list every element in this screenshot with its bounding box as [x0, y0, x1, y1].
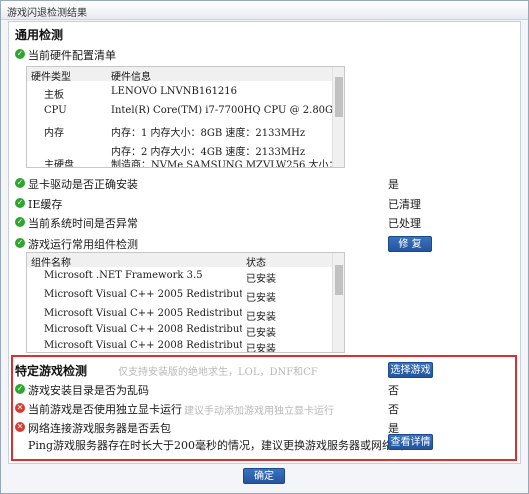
- check-icon: ✓: [15, 217, 25, 227]
- ok-button[interactable]: 确定: [243, 468, 285, 484]
- error-icon: ✕: [15, 422, 25, 432]
- components-table-header: [27, 253, 344, 267]
- hardware-table-header: [27, 67, 344, 81]
- check-icon: ✓: [15, 49, 25, 59]
- scroll-thumb[interactable]: [335, 265, 343, 295]
- components-label: 游戏运行常用组件检测: [28, 238, 138, 251]
- window-title: 游戏闪退检测结果: [7, 8, 87, 19]
- table-row: 制造商：NVMe SAMSUNG MZVLW256 大小：238GB: [111, 160, 345, 168]
- hardware-col-type: 硬件类型: [31, 72, 71, 83]
- hardware-table[interactable]: 硬件类型 硬件信息 主板 LENOVO LNVNB161216 CPU Inte…: [26, 66, 345, 168]
- check-value: 已处理: [388, 217, 421, 230]
- table-row: 内存：1 内存大小：8GB 速度：2133MHz: [111, 128, 306, 139]
- check-row: ✓ 显卡驱动是否正确安装: [15, 176, 515, 191]
- table-row: 主板: [44, 90, 64, 101]
- check-icon: ✓: [15, 238, 25, 248]
- dialog-window: 游戏闪退检测结果 通用检测 ✓ 当前硬件配置清单 硬件类型 硬件信息 主板 LE…: [0, 0, 529, 494]
- table-row: 内存: [44, 128, 64, 139]
- table-row: Microsoft Visual C++ 2005 Redistributabl: [44, 289, 242, 300]
- table-row: 已安装: [246, 274, 276, 285]
- table-row: Microsoft Visual C++ 2008 Redistributabl: [44, 324, 242, 335]
- hardware-list-label: 当前硬件配置清单: [28, 49, 116, 62]
- components-col-status: 状态: [246, 258, 266, 269]
- table-row: Microsoft Visual C++ 2008 Redistributabl: [44, 340, 242, 351]
- check-icon: ✓: [15, 198, 25, 208]
- specific-section-title: 特定游戏检测: [15, 364, 88, 378]
- gpu-hint: 建议手动添加游戏用独立显卡运行: [184, 406, 334, 417]
- table-row: 已安装: [246, 344, 276, 353]
- table-row: 已安装: [246, 293, 276, 304]
- table-row: 已安装: [246, 312, 276, 323]
- hardware-scrollbar[interactable]: [332, 67, 344, 167]
- check-label: IE缓存: [28, 198, 63, 211]
- table-row: Microsoft Visual C++ 2005 Redistributabl: [44, 308, 242, 319]
- components-scrollbar[interactable]: [332, 253, 344, 352]
- table-row: LENOVO LNVNB161216: [111, 86, 238, 97]
- check-value: 否: [388, 384, 399, 397]
- ping-note: Ping游戏服务器存在时长大于200毫秒的情况，建议更换游戏服务器或网络测试: [28, 439, 416, 452]
- title-bar[interactable]: 游戏闪退检测结果: [1, 1, 528, 20]
- general-section-title: 通用检测: [15, 28, 64, 42]
- select-game-button[interactable]: 选择游戏: [388, 362, 433, 378]
- check-label: 网络连接游戏服务器是否丢包: [28, 422, 171, 435]
- check-label: 当前游戏是否使用独立显卡运行: [28, 403, 182, 416]
- table-row: Microsoft .NET Framework 3.5: [44, 270, 203, 281]
- check-label: 当前系统时间是否异常: [28, 217, 138, 230]
- check-value: 是: [388, 178, 399, 191]
- table-row: 已安装: [246, 328, 276, 339]
- check-label: 显卡驱动是否正确安装: [28, 178, 138, 191]
- check-value: 已清理: [388, 198, 421, 211]
- hardware-col-info: 硬件信息: [111, 72, 151, 83]
- check-label: 游戏安装目录是否为乱码: [28, 384, 149, 397]
- scroll-thumb[interactable]: [335, 77, 343, 117]
- components-col-name: 组件名称: [31, 258, 71, 269]
- table-row: CPU: [44, 105, 67, 116]
- repair-button[interactable]: 修 复: [388, 236, 432, 252]
- error-icon: ✕: [15, 403, 25, 413]
- view-details-button[interactable]: 查看详情: [388, 434, 433, 450]
- check-icon: ✓: [15, 384, 25, 394]
- check-icon: ✓: [15, 178, 25, 188]
- components-table[interactable]: 组件名称 状态 Microsoft .NET Framework 3.5 已安装…: [26, 252, 345, 353]
- check-value: 否: [388, 403, 399, 416]
- table-row: 主硬盘: [44, 160, 74, 168]
- specific-hint: 仅支持安装版的绝地求生，LOL，DNF和CF: [118, 367, 318, 378]
- table-row: Intel(R) Core(TM) i7-7700HQ CPU @ 2.80GH…: [111, 105, 345, 116]
